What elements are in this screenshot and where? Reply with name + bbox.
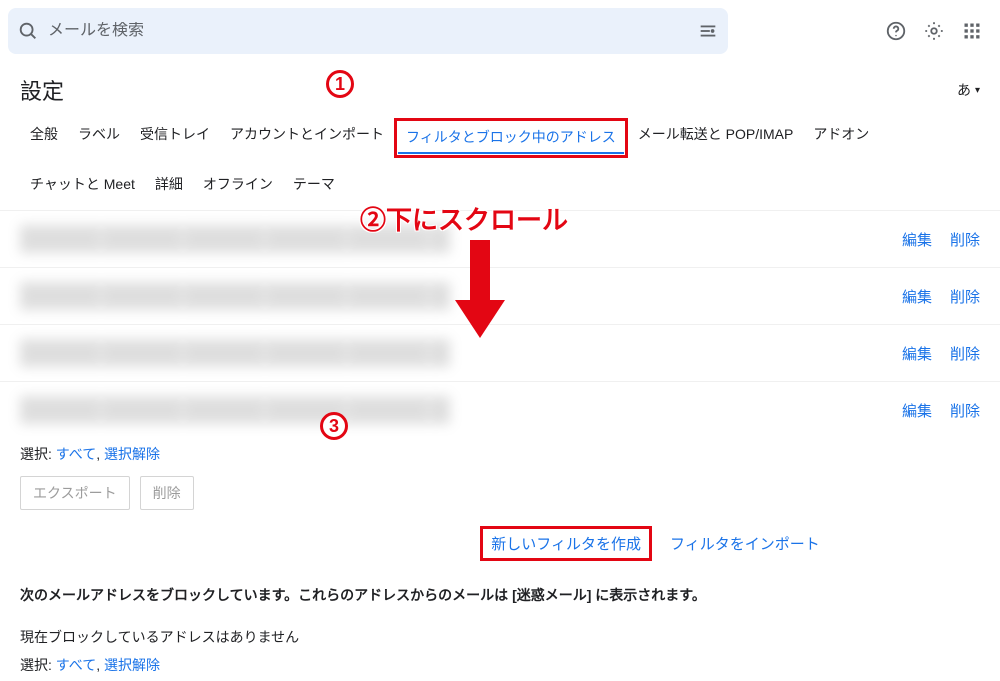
annotation-step-3-badge: 3: [320, 412, 348, 440]
tab-accounts[interactable]: アカウントとインポート: [220, 118, 394, 158]
tab-addons[interactable]: アドオン: [803, 118, 879, 158]
input-tools-switch[interactable]: あ ▾: [957, 80, 980, 100]
select-label: 選択:: [20, 446, 52, 462]
edit-link[interactable]: 編集: [902, 400, 932, 421]
edit-link[interactable]: 編集: [902, 286, 932, 307]
delete-link[interactable]: 削除: [950, 286, 980, 307]
no-blocked-addresses: 現在ブロックしているアドレスはありません: [0, 619, 1000, 651]
tab-filters[interactable]: フィルタとブロック中のアドレス: [398, 122, 624, 154]
annotation-step-2-text: ②下にスクロール: [360, 200, 568, 237]
select-label: 選択:: [20, 657, 52, 673]
tab-offline[interactable]: オフライン: [193, 168, 283, 200]
create-row: 新しいフィルタを作成 フィルタをインポート: [0, 516, 1000, 571]
create-filter-link[interactable]: 新しいフィルタを作成: [491, 536, 641, 553]
title-row: 設定 あ ▾: [0, 62, 1000, 112]
select-none-link[interactable]: 選択解除: [104, 657, 160, 673]
gear-icon[interactable]: [922, 19, 946, 43]
select-all-link[interactable]: すべて: [56, 657, 96, 673]
delete-button[interactable]: 削除: [140, 476, 194, 510]
search-box[interactable]: [8, 8, 728, 54]
search-options-icon[interactable]: [696, 19, 720, 43]
edit-link[interactable]: 編集: [902, 343, 932, 364]
search-input[interactable]: [40, 22, 696, 40]
tab-forwarding[interactable]: メール転送と POP/IMAP: [628, 118, 804, 158]
select-none-link[interactable]: 選択解除: [104, 446, 160, 462]
page-title: 設定: [20, 74, 64, 106]
delete-link[interactable]: 削除: [950, 343, 980, 364]
filter-definition-redacted: [20, 339, 450, 367]
button-row: エクスポート 削除: [0, 470, 1000, 516]
delete-link[interactable]: 削除: [950, 400, 980, 421]
tab-inbox[interactable]: 受信トレイ: [130, 118, 220, 158]
filter-definition-redacted: [20, 396, 450, 424]
tab-themes[interactable]: テーマ: [283, 168, 345, 200]
filter-definition-redacted: [20, 282, 450, 310]
block-description: 次のメールアドレスをブロックしています。これらのアドレスからのメールは [迷惑メ…: [0, 571, 1000, 619]
filter-row: 編集 削除: [0, 381, 1000, 438]
apps-icon[interactable]: [960, 19, 984, 43]
select-all-link[interactable]: すべて: [56, 446, 96, 462]
select-row: 選択: すべて, 選択解除: [0, 438, 1000, 470]
chevron-down-icon: ▾: [975, 85, 980, 96]
annotation-box-1: フィルタとブロック中のアドレス: [394, 118, 628, 158]
edit-link[interactable]: 編集: [902, 229, 932, 250]
tab-labels[interactable]: ラベル: [68, 118, 130, 158]
select-row-bottom: 選択: すべて, 選択解除: [0, 651, 1000, 681]
input-tools-label: あ: [957, 80, 971, 100]
tab-general[interactable]: 全般: [20, 118, 68, 158]
topbar: [0, 0, 1000, 62]
export-button[interactable]: エクスポート: [20, 476, 130, 510]
tab-advanced[interactable]: 詳細: [145, 168, 193, 200]
annotation-step-1-badge: 1: [326, 70, 354, 98]
settings-tabs: 全般 ラベル 受信トレイ アカウントとインポート フィルタとブロック中のアドレス…: [0, 118, 1000, 200]
help-icon[interactable]: [884, 19, 908, 43]
search-icon: [16, 19, 40, 43]
annotation-down-arrow-icon: [455, 240, 505, 340]
tab-chat[interactable]: チャットと Meet: [20, 168, 145, 200]
import-filter-link[interactable]: フィルタをインポート: [670, 533, 820, 554]
delete-link[interactable]: 削除: [950, 229, 980, 250]
annotation-box-3: 新しいフィルタを作成: [480, 526, 652, 561]
